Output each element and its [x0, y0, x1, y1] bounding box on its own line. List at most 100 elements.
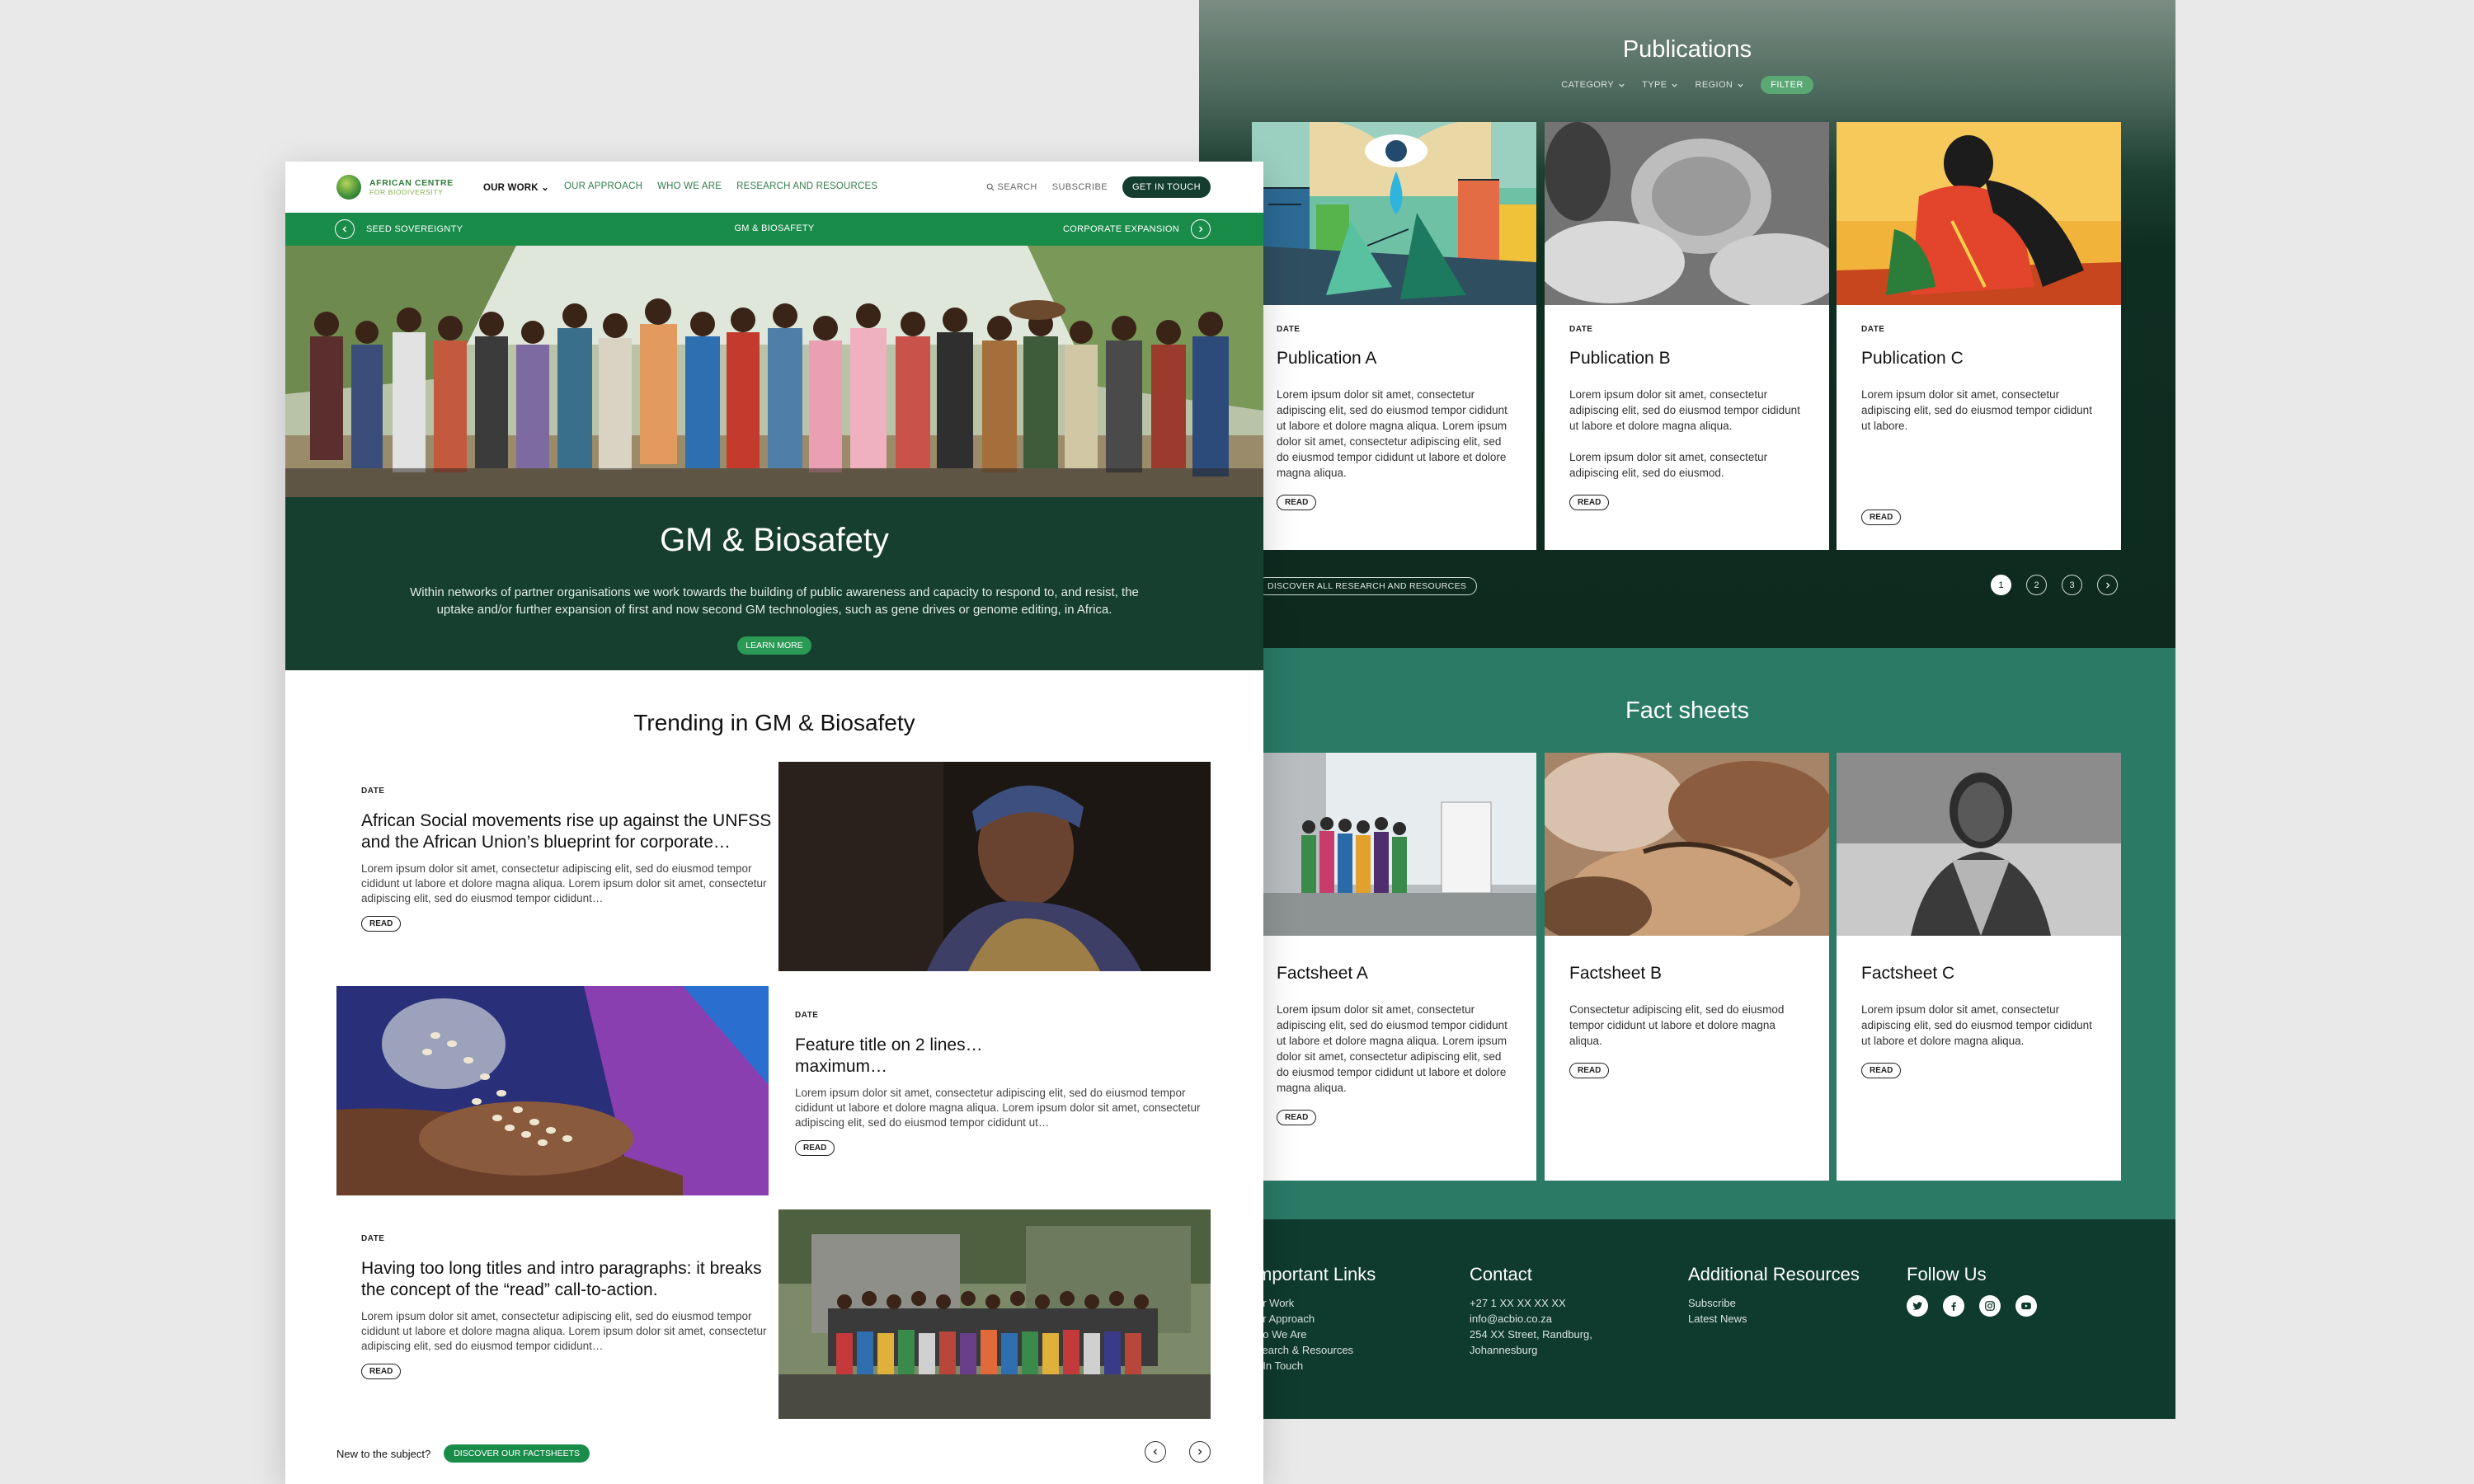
factsheet-excerpt: Lorem ipsum dolor sit amet, consectetur … [1861, 1003, 2092, 1047]
new-to-subject-label: New to the subject? [336, 1447, 431, 1460]
trending-title: Trending in GM & Biosafety [633, 710, 915, 735]
logo-mark-icon [336, 175, 361, 200]
factsheet-body: Factsheet C Lorem ipsum dolor sit amet, … [1861, 964, 2098, 1078]
next-arrow-button[interactable] [1189, 1441, 1211, 1463]
publication-excerpt: Lorem ipsum dolor sit amet, consectetur … [1569, 388, 1800, 432]
publication-title: Publication A [1277, 349, 1377, 368]
read-button[interactable]: READ [1861, 510, 1902, 525]
menu-item-our-work[interactable]: OUR WORK ⌄ [483, 181, 549, 193]
footer-contact: Contact +27 1 XX XX XX XX info@acbio.co.… [1470, 1264, 1592, 1358]
publications-pagination: 1 2 3 [1991, 575, 2118, 595]
read-button[interactable]: READ [361, 916, 402, 932]
page-1-button[interactable]: 1 [1991, 575, 2011, 595]
publication-body: DATE Publication A Lorem ipsum dolor sit… [1277, 325, 1513, 510]
next-page-button[interactable] [2097, 575, 2118, 595]
footer-email[interactable]: info@acbio.co.za [1470, 1311, 1592, 1327]
factsheet-card[interactable]: Factsheet B Consectetur adipiscing elit,… [1545, 753, 1829, 1181]
footer-link[interactable]: t In Touch [1257, 1358, 1376, 1374]
footer-link[interactable]: ho We Are [1257, 1327, 1376, 1342]
publications-page: Publications CATEGORY TYPE REGION FILTER [1199, 0, 2175, 1419]
factsheet-image [1837, 753, 2121, 936]
twitter-icon[interactable] [1907, 1295, 1928, 1317]
filter-region[interactable]: REGION [1695, 80, 1744, 90]
feature-item[interactable]: DATE Having too long titles and intro pa… [336, 1209, 1211, 1419]
top-navigation: AFRICAN CENTRE FOR BIODIVERSITY OUR WORK… [285, 162, 1263, 213]
factsheet-card[interactable]: Factsheet C Lorem ipsum dolor sit amet, … [1837, 753, 2121, 1181]
chevron-down-icon [1672, 83, 1678, 87]
footer-contact-title: Contact [1470, 1264, 1532, 1284]
feature-image [778, 762, 1211, 971]
feature-item[interactable]: DATE Feature title on 2 lines… maximum… … [336, 986, 1211, 1195]
publication-card[interactable]: DATE Publication B Lorem ipsum dolor sit… [1545, 122, 1829, 550]
footer-address-line: 254 XX Street, Randburg, [1470, 1328, 1592, 1341]
publication-illustration [1252, 122, 1536, 305]
chevron-left-icon [1153, 1449, 1157, 1455]
factsheet-excerpt: Lorem ipsum dolor sit amet, consectetur … [1277, 1003, 1507, 1094]
read-button[interactable]: READ [1569, 1063, 1610, 1078]
gm-biosafety-page: AFRICAN CENTRE FOR BIODIVERSITY OUR WORK… [285, 162, 1263, 1484]
footer-latest-news-link[interactable]: Latest News [1688, 1311, 1860, 1327]
filter-region-label: REGION [1695, 80, 1733, 90]
publication-date: DATE [1861, 325, 1885, 334]
learn-more-button[interactable]: LEARN MORE [737, 636, 811, 655]
feature-title: Having too long titles and intro paragra… [361, 1259, 762, 1299]
site-logo[interactable]: AFRICAN CENTRE FOR BIODIVERSITY [336, 175, 454, 200]
publication-card[interactable]: DATE Publication A Lorem ipsum dolor sit… [1252, 122, 1536, 550]
filter-type[interactable]: TYPE [1642, 80, 1678, 90]
read-button[interactable]: READ [361, 1364, 402, 1379]
search-link[interactable]: SEARCH [986, 182, 1037, 192]
read-button[interactable]: READ [1569, 495, 1610, 510]
search-label: SEARCH [997, 182, 1037, 192]
page-2-button[interactable]: 2 [2026, 575, 2047, 595]
facebook-icon[interactable] [1943, 1295, 1964, 1317]
read-button[interactable]: READ [795, 1140, 835, 1156]
discover-factsheets-button[interactable]: DISCOVER OUR FACTSHEETS [444, 1444, 590, 1463]
footer-link[interactable]: ur Approach [1257, 1311, 1376, 1327]
utility-nav: SEARCH SUBSCRIBE GET IN TOUCH [986, 176, 1211, 198]
footer-phone[interactable]: +27 1 XX XX XX XX [1470, 1295, 1592, 1311]
subnav-next[interactable]: CORPORATE EXPANSION [1063, 219, 1211, 239]
instagram-icon[interactable] [1979, 1295, 2001, 1317]
factsheet-title: Factsheet B [1569, 964, 1663, 983]
chevron-right-icon [2105, 582, 2109, 588]
site-footer: mportant Links ur Work ur Approach ho We… [1199, 1219, 2175, 1419]
footer-subscribe-link[interactable]: Subscribe [1688, 1295, 1860, 1311]
footer-resources-title: Additional Resources [1688, 1264, 1860, 1284]
previous-arrow-button[interactable] [1145, 1441, 1166, 1463]
read-button[interactable]: READ [1277, 495, 1317, 510]
publication-excerpt: Lorem ipsum dolor sit amet, consectetur … [1861, 388, 2092, 432]
footer-link[interactable]: search & Resources [1257, 1342, 1376, 1358]
publications-filters: CATEGORY TYPE REGION FILTER [1199, 76, 2175, 94]
read-button[interactable]: READ [1277, 1110, 1317, 1125]
subscribe-link[interactable]: SUBSCRIBE [1052, 182, 1108, 192]
discover-all-resources-button[interactable]: DISCOVER ALL RESEARCH AND RESOURCES [1257, 577, 1478, 595]
publication-card[interactable]: DATE Publication C Lorem ipsum dolor sit… [1837, 122, 2121, 550]
factsheets-prompt: New to the subject? DISCOVER OUR FACTSHE… [336, 1441, 1211, 1466]
read-button[interactable]: READ [1861, 1063, 1902, 1078]
footer-additional-resources: Additional Resources Subscribe Latest Ne… [1688, 1264, 1860, 1327]
chevron-down-icon [1738, 83, 1743, 87]
menu-item-who-we-are[interactable]: WHO WE ARE [657, 181, 722, 193]
footer-follow-us: Follow Us [1907, 1264, 2037, 1317]
feature-date: DATE [795, 1011, 819, 1020]
factsheet-excerpt: Consectetur adipiscing elit, sed do eius… [1569, 1003, 1785, 1047]
get-in-touch-button[interactable]: GET IN TOUCH [1122, 176, 1211, 198]
page-3-button[interactable]: 3 [2062, 575, 2082, 595]
footer-links-title: mportant Links [1257, 1264, 1376, 1284]
menu-item-our-approach[interactable]: OUR APPROACH [564, 181, 642, 193]
feature-item[interactable]: DATE African Social movements rise up ag… [336, 762, 1211, 971]
publications-section: Publications CATEGORY TYPE REGION FILTER [1199, 0, 2175, 648]
menu-item-research-and-resources[interactable]: RESEARCH AND RESOURCES [736, 181, 877, 193]
filter-button[interactable]: FILTER [1761, 76, 1813, 94]
factsheet-title: Factsheet A [1277, 964, 1368, 983]
filter-category[interactable]: CATEGORY [1561, 80, 1625, 90]
hero-title: GM & Biosafety [660, 522, 889, 558]
footer-link[interactable]: ur Work [1257, 1295, 1376, 1311]
youtube-icon[interactable] [2015, 1295, 2037, 1317]
publication-date: DATE [1277, 325, 1300, 334]
factsheet-card[interactable]: Factsheet A Lorem ipsum dolor sit amet, … [1252, 753, 1536, 1181]
feature-excerpt: Lorem ipsum dolor sit amet, consectetur … [361, 1310, 767, 1352]
chevron-down-icon: ⌄ [541, 183, 550, 193]
chevron-right-icon [1198, 1449, 1202, 1455]
publication-illustration [1837, 122, 2121, 305]
